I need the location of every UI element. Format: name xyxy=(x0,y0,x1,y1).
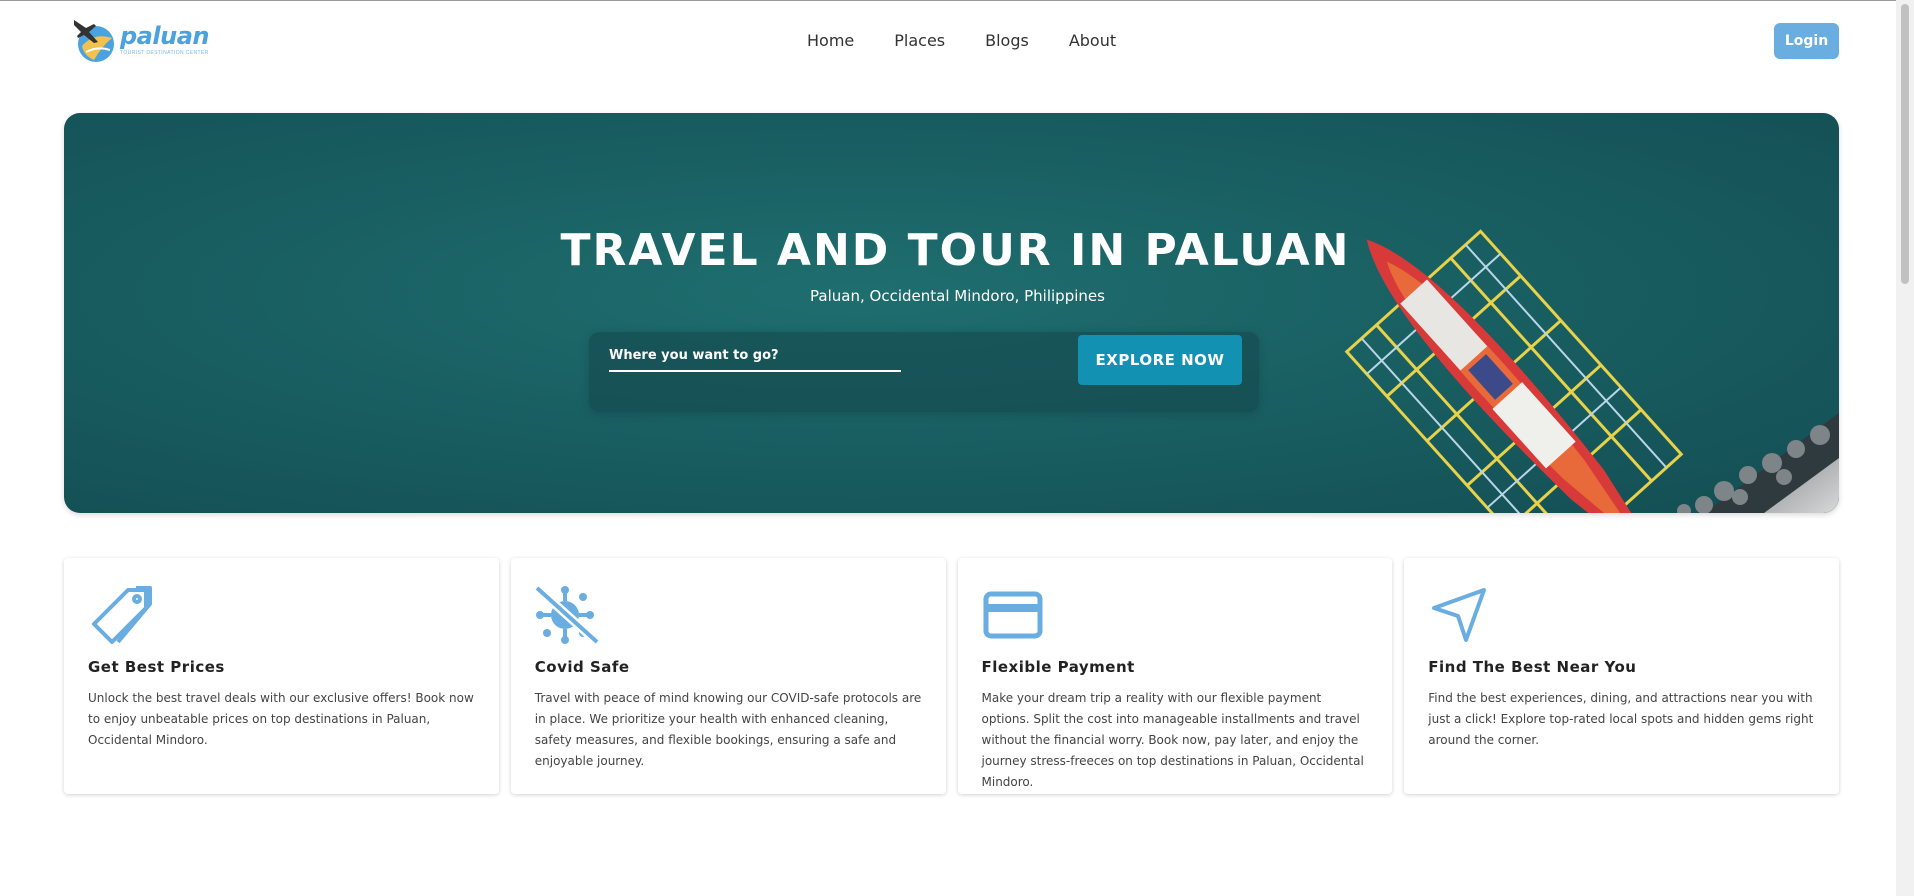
features-section: Get Best Prices Unlock the best travel d… xyxy=(64,558,1839,794)
destination-search-input[interactable] xyxy=(609,340,901,372)
feature-card-flexible-payment: Flexible Payment Make your dream trip a … xyxy=(957,558,1393,794)
login-button[interactable]: Login xyxy=(1774,23,1839,59)
boat-aerial-image xyxy=(1344,229,1839,513)
feature-title: Flexible Payment xyxy=(981,658,1135,676)
navigation-arrow-icon xyxy=(1432,588,1487,642)
feature-card-best-prices: Get Best Prices Unlock the best travel d… xyxy=(64,558,499,794)
paluan-logo[interactable]: paluan TOURIST DESTINATION CENTER xyxy=(72,16,209,66)
feature-card-covid-safe: Covid Safe Travel with peace of mind kno… xyxy=(510,558,946,794)
globe-plane-icon xyxy=(74,20,114,62)
hero-subtitle: Paluan, Occidental Mindoro, Philippines xyxy=(810,287,1105,305)
explore-now-button[interactable]: EXPLORE NOW xyxy=(1078,335,1242,385)
main-nav: Home Places Blogs About xyxy=(807,31,1116,53)
nav-home[interactable]: Home xyxy=(807,31,854,53)
feature-title: Covid Safe xyxy=(534,658,630,676)
feature-title: Find The Best Near You xyxy=(1428,658,1637,676)
page: paluan TOURIST DESTINATION CENTER Home P… xyxy=(0,0,1896,896)
feature-title: Get Best Prices xyxy=(88,658,225,676)
price-tag-icon xyxy=(92,586,152,644)
site-header: paluan TOURIST DESTINATION CENTER Home P… xyxy=(0,0,1896,82)
feature-text: Travel with peace of mind knowing our CO… xyxy=(534,691,922,768)
hero-banner: TRAVEL AND TOUR IN PALUAN Paluan, Occide… xyxy=(64,113,1839,513)
feature-text: Make your dream trip a reality with our … xyxy=(981,691,1364,789)
feature-text: Unlock the best travel deals with our ex… xyxy=(88,691,474,747)
feature-text: Find the best experiences, dining, and a… xyxy=(1428,691,1814,747)
hero-title: TRAVEL AND TOUR IN PALUAN xyxy=(560,225,1351,276)
logo-tagline: TOURIST DESTINATION CENTER xyxy=(120,50,209,56)
vertical-scrollbar[interactable] xyxy=(1896,0,1914,896)
credit-card-icon xyxy=(983,591,1042,639)
no-virus-icon xyxy=(533,584,600,646)
nav-about[interactable]: About xyxy=(1069,31,1116,53)
logo-wordmark: paluan xyxy=(120,22,209,50)
scrollbar-thumb[interactable] xyxy=(1901,4,1909,284)
nav-blogs[interactable]: Blogs xyxy=(985,31,1029,53)
feature-card-near-you: Find The Best Near You Find the best exp… xyxy=(1404,558,1839,794)
search-panel: EXPLORE NOW xyxy=(589,332,1259,412)
nav-places[interactable]: Places xyxy=(894,31,945,53)
